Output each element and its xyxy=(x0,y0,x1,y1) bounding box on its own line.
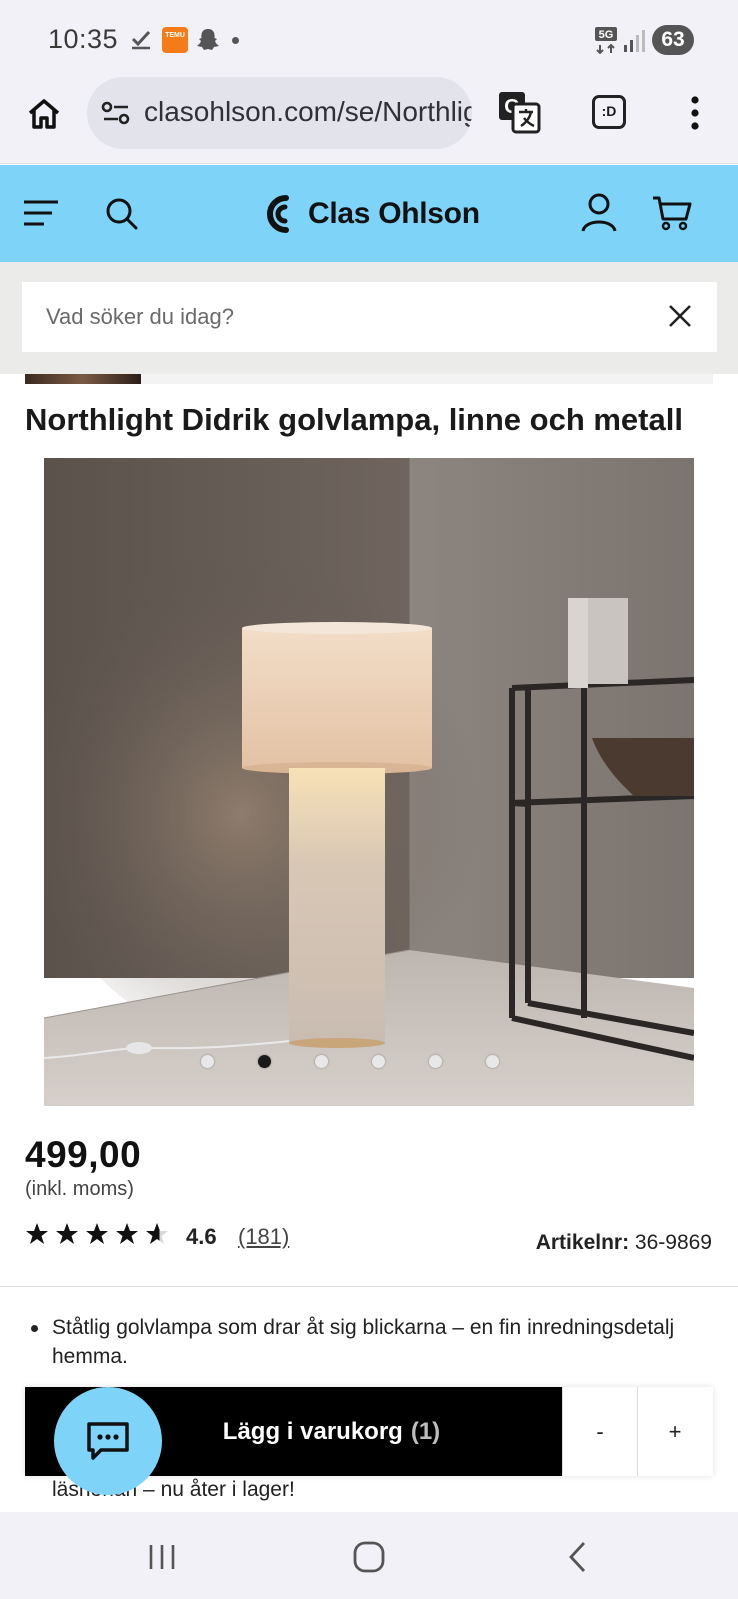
product-title: Northlight Didrik golvlampa, linne och m… xyxy=(25,402,683,437)
temu-badge-label: TEMU xyxy=(165,32,185,39)
carousel-dot[interactable] xyxy=(315,1055,328,1068)
star-filled-icon xyxy=(116,1223,138,1244)
article-number-label: Artikelnr: xyxy=(535,1231,630,1254)
cart-icon[interactable] xyxy=(652,195,692,231)
increase-quantity-button[interactable]: + xyxy=(637,1387,712,1476)
site-settings-icon[interactable] xyxy=(101,100,131,126)
notification-dot-icon xyxy=(232,37,239,44)
home-icon[interactable] xyxy=(26,96,62,132)
article-number-value: 36-9869 xyxy=(634,1231,712,1254)
carousel-dot[interactable] xyxy=(429,1055,442,1068)
star-partial-icon xyxy=(146,1223,168,1244)
brand-logo[interactable]: Clas Ohlson xyxy=(262,189,480,239)
vat-note: (inkl. moms) xyxy=(25,1178,134,1200)
feature-list: Ståtlig golvlampa som drar åt sig blicka… xyxy=(25,1313,715,1371)
chat-icon xyxy=(87,1422,129,1460)
rating-value: 4.6 xyxy=(186,1224,217,1249)
menu-icon[interactable] xyxy=(22,198,60,228)
system-nav-bar xyxy=(0,1512,738,1599)
5g-icon: 5G xyxy=(595,27,617,54)
star-filled-icon xyxy=(56,1223,78,1244)
thumbnail-image[interactable] xyxy=(25,374,141,384)
dex-icon[interactable]: :D xyxy=(592,95,626,129)
close-icon[interactable] xyxy=(668,304,692,328)
article-number: Artikelnr: 36-9869 xyxy=(536,1231,712,1255)
status-bar: 10:35 TEMU 5G 63 xyxy=(0,0,738,80)
image-carousel-dots xyxy=(0,1055,738,1071)
url-text[interactable]: clasohlson.com/se/Northlight-Didrik-golv… xyxy=(144,96,472,128)
product-photo xyxy=(44,458,694,1106)
signal-icon xyxy=(624,30,645,52)
carousel-dot-active[interactable] xyxy=(258,1055,271,1068)
check-icon xyxy=(131,30,151,50)
carousel-dot[interactable] xyxy=(486,1055,499,1068)
decrease-quantity-button[interactable]: - xyxy=(562,1387,637,1476)
feature-item: Ståtlig golvlampa som drar åt sig blicka… xyxy=(25,1313,715,1371)
back-icon[interactable] xyxy=(566,1540,588,1574)
reviews-link[interactable]: (181) xyxy=(238,1224,289,1250)
search-icon[interactable] xyxy=(105,197,139,231)
brand-name: Clas Ohlson xyxy=(308,197,480,230)
battery-icon: 63 xyxy=(652,25,694,55)
add-to-cart-label: Lägg i varukorg xyxy=(222,1417,403,1445)
star-filled-icon xyxy=(26,1223,48,1244)
star-filled-icon xyxy=(86,1223,108,1244)
search-input[interactable] xyxy=(22,282,717,352)
home-nav-icon[interactable] xyxy=(352,1540,386,1574)
network-label: 5G xyxy=(599,29,614,41)
chat-button[interactable] xyxy=(54,1387,162,1495)
translate-icon[interactable]: G xyxy=(497,90,541,134)
temu-icon: TEMU xyxy=(162,27,188,53)
search-panel xyxy=(0,262,738,374)
carousel-dot[interactable] xyxy=(201,1055,214,1068)
site-header: Clas Ohlson xyxy=(0,165,738,262)
divider xyxy=(0,1286,738,1287)
recent-apps-icon[interactable] xyxy=(147,1542,177,1572)
rating-stars[interactable] xyxy=(25,1222,175,1246)
clas-ohlson-logo-icon xyxy=(267,195,289,233)
product-image[interactable] xyxy=(44,458,694,1106)
url-bar[interactable]: clasohlson.com/se/Northlight-Didrik-golv… xyxy=(87,77,472,149)
product-price: 499,00 xyxy=(25,1134,142,1175)
more-vert-icon[interactable] xyxy=(690,96,700,130)
cart-count: (1) xyxy=(410,1417,441,1445)
snapchat-icon xyxy=(197,29,219,50)
carousel-dot[interactable] xyxy=(372,1055,385,1068)
status-time: 10:35 xyxy=(48,24,119,54)
account-icon[interactable] xyxy=(580,193,618,233)
image-thumbnail-strip xyxy=(25,374,713,384)
